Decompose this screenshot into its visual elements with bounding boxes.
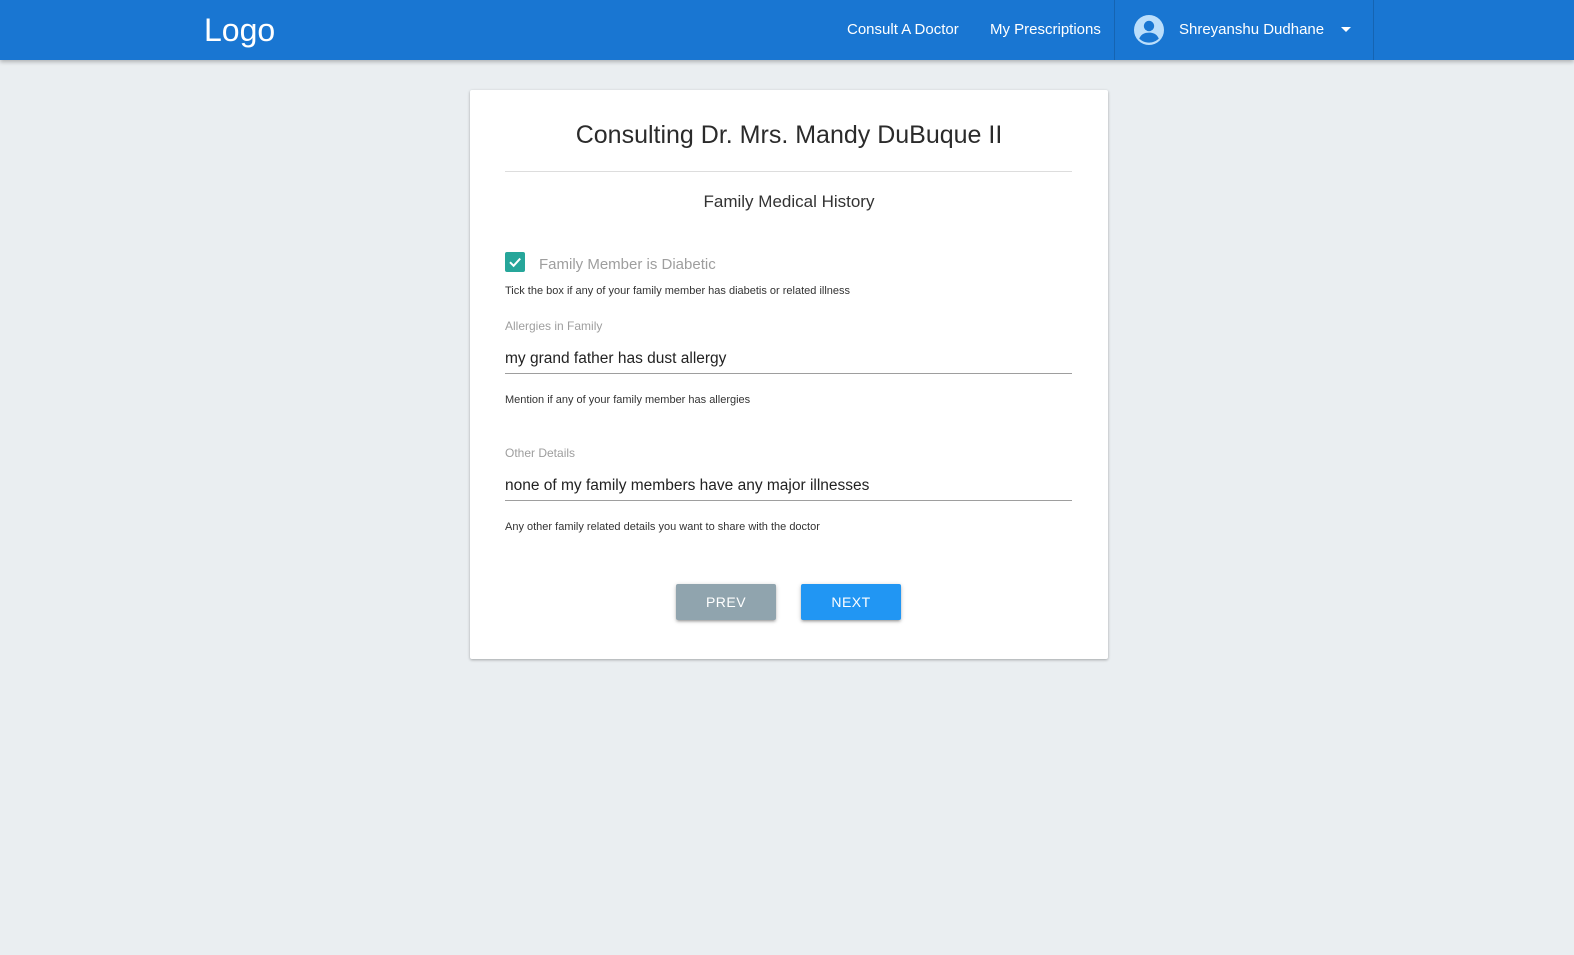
nav-divider (1373, 0, 1374, 60)
user-menu[interactable]: Shreyanshu Dudhane (1115, 0, 1373, 60)
section-title: Family Medical History (703, 192, 875, 211)
caret-down-icon (1341, 27, 1351, 32)
other-details-input[interactable] (505, 471, 1072, 501)
nav-link-my-prescriptions[interactable]: My Prescriptions (990, 19, 1101, 41)
prev-button[interactable]: PREV (676, 584, 776, 620)
other-details-label: Other Details (505, 446, 576, 460)
next-button[interactable]: NEXT (801, 584, 901, 620)
nav-link-consult-doctor[interactable]: Consult A Doctor (847, 19, 959, 41)
allergies-helper-text: Mention if any of your family member has… (505, 394, 751, 406)
diabetic-checkbox[interactable] (505, 252, 525, 272)
logo[interactable]: Logo (204, 10, 275, 50)
page-title: Consulting Dr. Mrs. Mandy DuBuque II (575, 121, 1003, 149)
allergies-label: Allergies in Family (505, 319, 603, 333)
diabetic-checkbox-label[interactable]: Family Member is Diabetic (539, 255, 716, 275)
checkmark-icon (509, 257, 521, 268)
diabetic-helper-text: Tick the box if any of your family membe… (505, 285, 851, 297)
consultation-card: Consulting Dr. Mrs. Mandy DuBuque II Fam… (470, 90, 1108, 659)
user-name: Shreyanshu Dudhane (1179, 21, 1325, 38)
navbar: Logo Consult A Doctor My Prescriptions S… (0, 0, 1574, 60)
other-details-helper-text: Any other family related details you wan… (505, 521, 820, 533)
allergies-input[interactable] (505, 344, 1072, 374)
account-circle-icon (1134, 15, 1164, 45)
title-divider (505, 171, 1072, 172)
